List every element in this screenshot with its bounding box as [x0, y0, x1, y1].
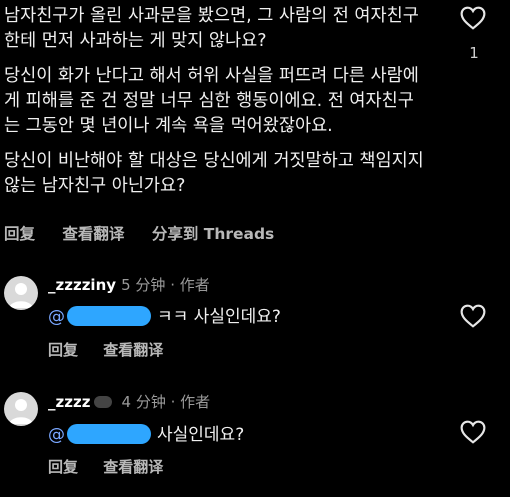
reply-button[interactable]: 回复: [48, 341, 78, 359]
reply-actions: 回复 查看翻译: [48, 339, 183, 360]
mention[interactable]: @: [48, 425, 65, 445]
translate-button[interactable]: 查看翻译: [103, 458, 163, 476]
comment-paragraph: 남자친구가 올린 사과문을 봤으면, 그 사람의 전 여자친구한테 먼저 사과하…: [4, 6, 419, 51]
reply-button[interactable]: 回复: [4, 225, 35, 243]
redacted-username: [67, 306, 151, 326]
reply-text-row: @ 사실인데요?: [48, 420, 244, 445]
translate-button[interactable]: 查看翻译: [62, 225, 124, 243]
avatar[interactable]: [4, 392, 38, 426]
like-count: 1: [469, 44, 479, 62]
comment-paragraph: 당신이 비난해야 할 대상은 당신에게 거짓말하고 책임지지 않는 남자친구 아…: [4, 151, 424, 196]
avatar[interactable]: [4, 276, 38, 310]
reply-text-row: @ ㅋㅋ 사실인데요?: [48, 302, 281, 327]
heart-icon[interactable]: [460, 6, 486, 30]
comment-paragraph: 당신이 화가 난다고 해서 허위 사실을 퍼뜨려 다른 사람에게 피해를 준 건…: [4, 66, 419, 136]
comment-actions: 回复 查看翻译 分享到 Threads: [4, 222, 296, 244]
reply-text: ㅋㅋ 사실인데요?: [157, 307, 281, 327]
reply-meta: 4 分钟 · 作者: [121, 393, 211, 411]
translate-button[interactable]: 查看翻译: [103, 341, 163, 359]
redacted-username: [67, 424, 151, 444]
username[interactable]: _zzzz: [48, 393, 90, 411]
reply-button[interactable]: 回复: [48, 458, 78, 476]
share-threads-button[interactable]: 分享到 Threads: [152, 225, 274, 243]
username[interactable]: _zzzziny: [48, 276, 116, 294]
user-silhouette-icon: [9, 399, 33, 424]
mention[interactable]: @: [48, 307, 65, 327]
comment-body: 남자친구가 올린 사과문을 봤으면, 그 사람의 전 여자친구한테 먼저 사과하…: [4, 4, 424, 209]
heart-icon[interactable]: [460, 304, 486, 328]
reply-text: 사실인데요?: [157, 425, 245, 445]
redacted-username-part: [94, 396, 113, 408]
reply-actions: 回复 查看翻译: [48, 456, 183, 477]
heart-icon[interactable]: [460, 420, 486, 444]
reply-meta: 5 分钟 · 作者: [121, 276, 210, 294]
user-silhouette-icon: [9, 283, 33, 308]
reply-header: _zzzziny 5 分钟 · 作者: [48, 274, 210, 295]
reply-header: _zzzz 4 分钟 · 作者: [48, 391, 210, 412]
